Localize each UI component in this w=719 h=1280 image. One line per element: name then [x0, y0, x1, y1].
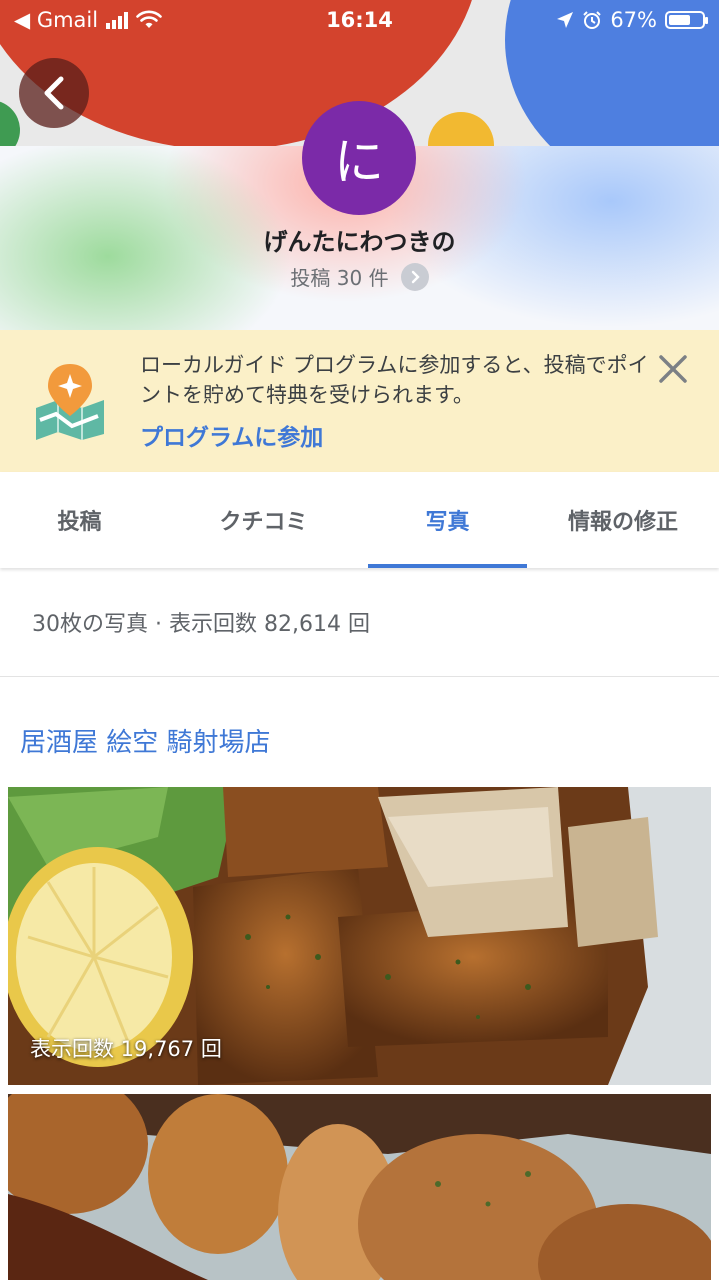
battery-percent: 67% — [610, 8, 657, 32]
chevron-right-icon — [400, 262, 429, 291]
local-guide-banner: ローカルガイド プログラムに参加すると、投稿でポイントを貯めて特典を受けられます… — [0, 330, 719, 472]
close-icon — [659, 355, 687, 383]
photo-view-count: 表示回数 19,767 回 — [30, 1037, 222, 1061]
alarm-icon — [583, 11, 602, 29]
photo-card[interactable] — [8, 1094, 711, 1280]
battery-icon — [665, 11, 708, 29]
tab-bar: 投稿 クチコミ 写真 情報の修正 — [0, 472, 719, 568]
location-arrow-icon — [557, 12, 574, 28]
close-banner-button[interactable] — [654, 350, 692, 392]
tab-reviews[interactable]: クチコミ — [159, 472, 368, 568]
join-program-link[interactable]: プログラムに参加 — [140, 418, 323, 452]
banner-message: ローカルガイド プログラムに参加すると、投稿でポイントを貯めて特典を受けられます… — [140, 353, 649, 407]
avatar[interactable]: に — [302, 101, 416, 215]
place-name-link[interactable]: 居酒屋 絵空 騎射場店 — [20, 722, 271, 759]
tab-edits[interactable]: 情報の修正 — [527, 472, 719, 568]
status-bar: ◀ Gmail 16:14 67% — [0, 0, 719, 40]
chevron-left-icon — [44, 76, 64, 110]
fried-food-photo — [8, 1094, 711, 1280]
tab-photos[interactable]: 写真 — [368, 472, 527, 568]
back-button[interactable] — [19, 58, 89, 128]
photo-summary: 30枚の写真 · 表示回数 82,614 回 — [32, 612, 370, 637]
map-pin-icon — [36, 364, 104, 440]
active-tab-indicator — [368, 564, 527, 568]
post-count-link[interactable]: 投稿 30 件 — [0, 262, 719, 291]
profile-name: げんたにわつきの — [263, 228, 456, 256]
post-count-text: 投稿 30 件 — [290, 266, 389, 290]
divider — [0, 676, 719, 677]
tab-posts[interactable]: 投稿 — [0, 472, 159, 568]
photo-card[interactable]: 表示回数 19,767 回 — [8, 787, 711, 1085]
